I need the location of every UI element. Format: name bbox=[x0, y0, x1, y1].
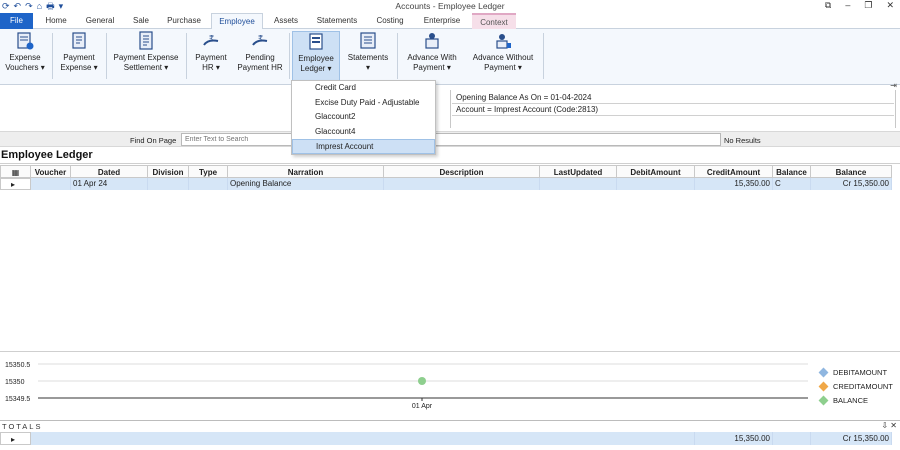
tab-purchase[interactable]: Purchase bbox=[162, 13, 206, 29]
chart-legend: DEBITAMOUNT CREDITAMOUNT BALANCE bbox=[818, 365, 893, 407]
advance-with-icon bbox=[425, 33, 439, 49]
legend-marker bbox=[818, 395, 829, 405]
totals-label: TOTALS bbox=[2, 422, 43, 431]
legend-item: DEBITAMOUNT bbox=[818, 365, 893, 379]
tab-enterprise[interactable]: Enterprise bbox=[418, 13, 466, 29]
find-result: No Results bbox=[724, 136, 761, 145]
employee-ledger-dropdown: Credit Card Excise Duty Paid - Adjustable… bbox=[291, 80, 436, 155]
find-label: Find On Page bbox=[130, 136, 177, 145]
tab-general[interactable]: General bbox=[80, 13, 120, 29]
column-voucher[interactable]: Voucher bbox=[31, 165, 71, 178]
legend-label: DEBITAMOUNT bbox=[833, 367, 888, 377]
row-indicator[interactable]: ▸ bbox=[0, 178, 31, 190]
opening-balance-text: Opening Balance As On = 01-04-2024 bbox=[452, 92, 894, 104]
tab-file[interactable]: File bbox=[0, 13, 33, 29]
settlement-icon bbox=[139, 31, 153, 50]
grid-header: ▦ Voucher Dated Division Type Narration … bbox=[0, 165, 892, 178]
maximize-button[interactable]: ❐ bbox=[864, 0, 872, 11]
find-bar: Find On Page No Results bbox=[0, 131, 900, 147]
y-tick-label: 15350.5 bbox=[5, 362, 30, 369]
tab-employee[interactable]: Employee bbox=[211, 13, 263, 30]
statements-icon bbox=[360, 32, 376, 49]
restore-layout-icon[interactable]: ⧉ bbox=[825, 0, 831, 11]
y-tick-label: 15349.5 bbox=[5, 396, 30, 403]
payment-expense-settlement-button[interactable]: Payment Expense Settlement ▾ bbox=[110, 31, 182, 81]
tab-statements[interactable]: Statements bbox=[310, 13, 364, 29]
legend-label: CREDITAMOUNT bbox=[833, 381, 893, 391]
ribbon-pin-icon[interactable]: ⇥ bbox=[890, 81, 897, 90]
svg-text:₹: ₹ bbox=[209, 34, 214, 43]
grid-column-chooser-icon[interactable]: ▦ bbox=[0, 165, 31, 178]
tab-context[interactable]: Context bbox=[472, 13, 516, 29]
dropdown-item-imprest-account[interactable]: Imprest Account bbox=[292, 139, 435, 154]
legend-marker bbox=[818, 367, 829, 377]
column-type[interactable]: Type bbox=[189, 165, 228, 178]
ribbon-tabs: File Home General Sale Purchase Employee… bbox=[0, 13, 900, 30]
tab-costing[interactable]: Costing bbox=[370, 13, 410, 29]
column-credit-amount[interactable]: CreditAmount bbox=[695, 165, 773, 178]
dropdown-item-glaccount4[interactable]: Glaccount4 bbox=[292, 125, 435, 140]
info-panel: Opening Balance As On = 01-04-2024 Accou… bbox=[452, 92, 894, 116]
dropdown-item-glaccount2[interactable]: Glaccount2 bbox=[292, 110, 435, 125]
x-tick-label: 01 Apr bbox=[412, 403, 433, 410]
advance-with-payment-button[interactable]: Advance With Payment ▾ bbox=[401, 31, 463, 81]
totals-credit: 15,350.00 bbox=[695, 432, 773, 445]
legend-item: CREDITAMOUNT bbox=[818, 379, 893, 393]
close-button[interactable]: ✕ bbox=[886, 0, 894, 11]
totals-row-indicator: ▸ bbox=[0, 432, 31, 445]
rupee-hand-icon: ₹ bbox=[203, 34, 219, 46]
payment-hr-button[interactable]: ₹ Payment HR ▾ bbox=[190, 31, 232, 81]
rupee-hand-icon: ₹ bbox=[252, 34, 268, 46]
tab-home[interactable]: Home bbox=[38, 13, 74, 29]
title-bar: ⟳ ↶ ↷ ⌂ 🖶 ▾ Accounts - Employee Ledger ⧉ – ❐ … bbox=[0, 0, 900, 13]
legend-item: BALANCE bbox=[818, 393, 893, 407]
table-row[interactable]: ▸ 01 Apr 24 Opening Balance 15,350.00 C … bbox=[0, 178, 892, 191]
pending-payment-hr-button[interactable]: ₹ Pending Payment HR bbox=[234, 31, 286, 81]
column-description[interactable]: Description bbox=[384, 165, 540, 178]
column-debit-amount[interactable]: DebitAmount bbox=[617, 165, 695, 178]
dropdown-item-excise-duty-paid-adjustable[interactable]: Excise Duty Paid - Adjustable bbox=[292, 96, 435, 111]
ribbon-panel: Expense Vouchers ▾ Payment Expense ▾ Pay… bbox=[0, 29, 900, 90]
data-point bbox=[418, 377, 426, 385]
totals-balance: Cr 15,350.00 bbox=[811, 432, 892, 445]
column-balance-type[interactable]: Balance bbox=[773, 165, 811, 178]
column-last-updated[interactable]: LastUpdated bbox=[540, 165, 617, 178]
dropdown-item-credit-card[interactable]: Credit Card bbox=[292, 81, 435, 96]
employee-ledger-button[interactable]: Employee Ledger ▾ bbox=[292, 31, 340, 81]
tab-assets[interactable]: Assets bbox=[268, 13, 304, 29]
column-dated[interactable]: Dated bbox=[71, 165, 148, 178]
payment-expense-icon bbox=[72, 32, 86, 49]
expense-vouchers-button[interactable]: Expense Vouchers ▾ bbox=[2, 31, 48, 81]
page-title: Employee Ledger bbox=[1, 149, 93, 161]
statements-button[interactable]: Statements ▾ bbox=[343, 31, 393, 81]
ledger-icon bbox=[309, 33, 323, 50]
legend-marker bbox=[818, 381, 829, 391]
ledger-grid: ▦ Voucher Dated Division Type Narration … bbox=[0, 165, 892, 191]
payment-expense-button[interactable]: Payment Expense ▾ bbox=[56, 31, 102, 81]
window-controls: ⧉ – ❐ ✕ bbox=[825, 0, 894, 11]
totals-controls-icon[interactable]: ⇩ ✕ bbox=[881, 421, 897, 430]
y-tick-label: 15350 bbox=[5, 379, 25, 386]
totals-bar: TOTALS ⇩ ✕ bbox=[0, 420, 900, 431]
totals-row: ▸ 15,350.00 Cr 15,350.00 bbox=[0, 432, 892, 445]
tab-sale[interactable]: Sale bbox=[126, 13, 156, 29]
advance-without-payment-button[interactable]: Advance Without Payment ▾ bbox=[467, 31, 539, 81]
column-division[interactable]: Division bbox=[148, 165, 189, 178]
window-title: Accounts - Employee Ledger bbox=[395, 1, 505, 11]
expense-voucher-icon bbox=[17, 32, 34, 50]
svg-text:₹: ₹ bbox=[258, 34, 263, 43]
column-narration[interactable]: Narration bbox=[228, 165, 384, 178]
find-input[interactable] bbox=[181, 133, 721, 146]
ledger-chart: 15350.5 15350 15349.5 01 Apr bbox=[5, 362, 808, 410]
account-text: Account = Imprest Account (Code:2813) bbox=[452, 104, 894, 116]
column-balance[interactable]: Balance bbox=[811, 165, 892, 178]
advance-without-icon bbox=[496, 34, 511, 49]
legend-label: BALANCE bbox=[833, 395, 869, 405]
minimize-button[interactable]: – bbox=[845, 0, 850, 11]
